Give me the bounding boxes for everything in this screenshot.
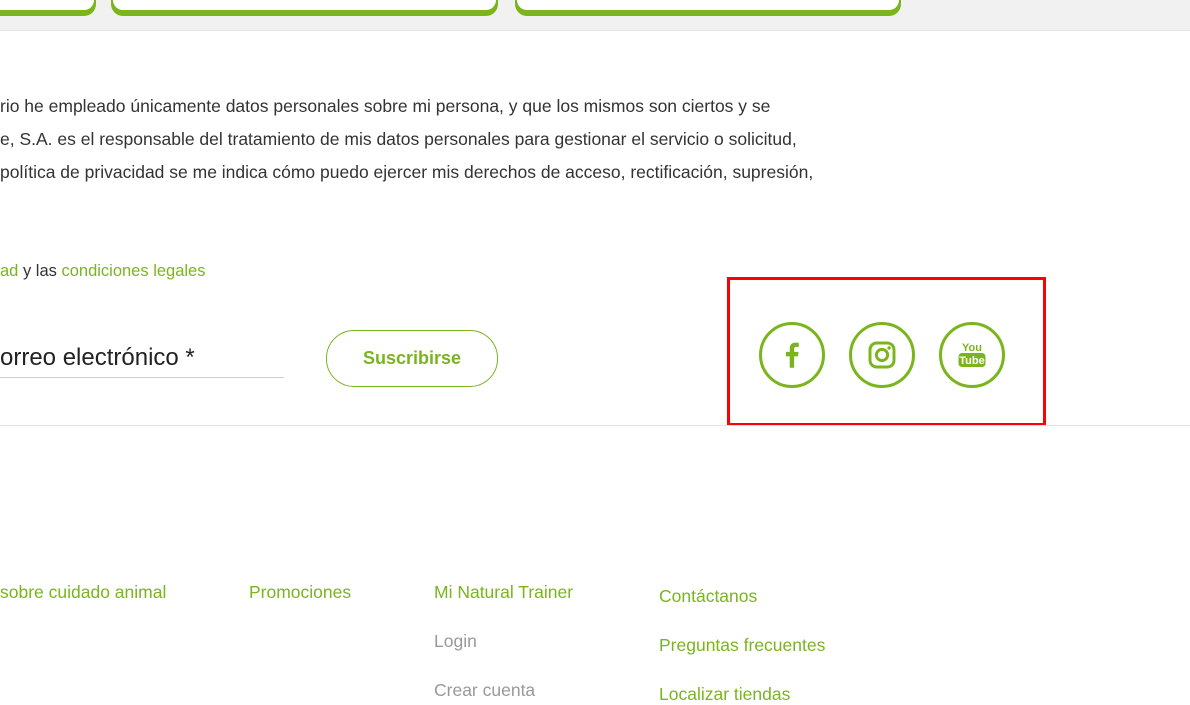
footer-stores-link[interactable]: Localizar tiendas [659, 684, 790, 705]
facebook-glyph [785, 342, 799, 368]
youtube-tube-text: Tube [959, 355, 984, 367]
instagram-glyph [868, 341, 896, 369]
footer-trainer-link[interactable]: Mi Natural Trainer [434, 582, 573, 603]
footer-faq-link[interactable]: Preguntas frecuentes [659, 635, 825, 656]
top-card-3[interactable] [515, 0, 901, 12]
youtube-you-text: You [962, 342, 982, 354]
footer-promotions-link[interactable]: Promociones [249, 582, 351, 603]
privacy-line-2: e, S.A. es el responsable del tratamient… [0, 129, 797, 149]
privacy-policy-link[interactable]: ad [0, 262, 18, 280]
youtube-icon[interactable]: You Tube [939, 322, 1005, 388]
privacy-consent-text: rio he empleado únicamente datos persona… [0, 90, 980, 189]
section-divider [0, 425, 1190, 426]
instagram-icon[interactable] [849, 322, 915, 388]
facebook-icon[interactable] [759, 322, 825, 388]
top-tabs-band [0, 0, 1190, 31]
top-card-1[interactable] [0, 0, 96, 12]
footer-animal-care-link[interactable]: sobre cuidado animal [0, 582, 166, 603]
footer-contact-link[interactable]: Contáctanos [659, 586, 757, 607]
legal-conditions-link[interactable]: condiciones legales [61, 262, 205, 280]
legal-connector: y las [18, 262, 62, 280]
top-card-2[interactable] [111, 0, 498, 12]
subscribe-button[interactable]: Suscribirse [326, 330, 498, 387]
legal-consent-line: ad y las condiciones legales [0, 262, 205, 281]
footer-login-link[interactable]: Login [434, 631, 477, 652]
privacy-line-3: política de privacidad se me indica cómo… [0, 162, 814, 182]
youtube-glyph: You Tube [958, 342, 986, 367]
email-placeholder: orreo electrónico * [0, 344, 195, 371]
email-input[interactable]: orreo electrónico * [0, 334, 284, 378]
privacy-line-1: rio he empleado únicamente datos persona… [0, 96, 771, 116]
